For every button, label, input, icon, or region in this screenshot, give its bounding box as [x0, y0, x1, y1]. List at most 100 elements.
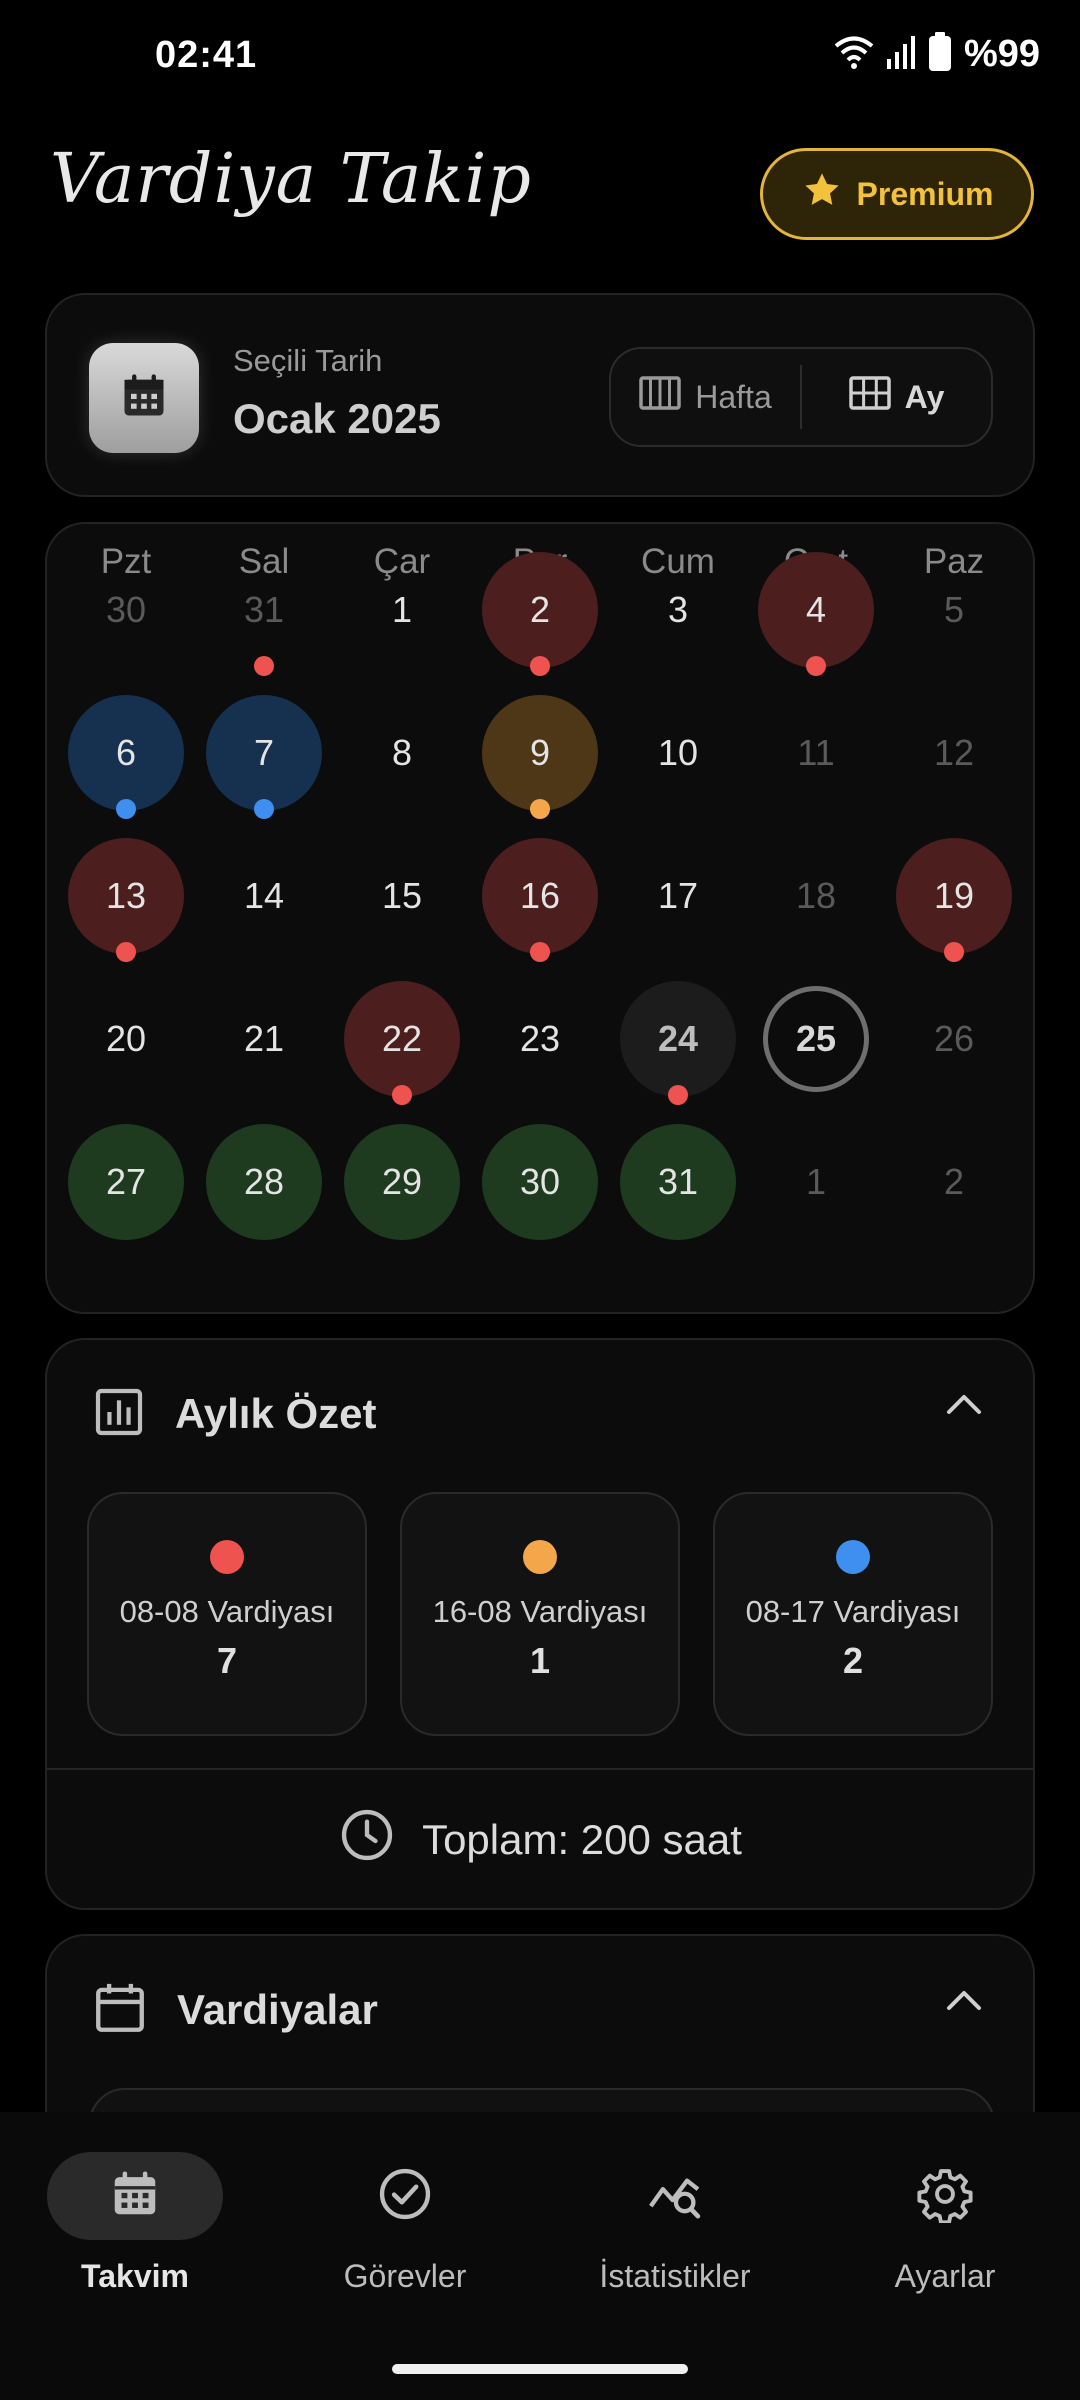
calendar-day[interactable]: 30 [68, 552, 184, 668]
calendar-day[interactable]: 16 [482, 838, 598, 954]
calendar-day[interactable]: 7 [206, 695, 322, 811]
calendar-day[interactable]: 13 [68, 838, 184, 954]
month-view-icon [848, 376, 891, 418]
calendar-day[interactable]: 28 [206, 1124, 322, 1240]
nav-ayarlar[interactable]: Ayarlar [810, 2152, 1080, 2295]
calendar-day[interactable]: 9 [482, 695, 598, 811]
calendar-day[interactable]: 25 [763, 986, 869, 1092]
monthly-summary-card: Aylık Özet 08-08 Vardiyası 7 16-08 Vardi… [45, 1338, 1035, 1910]
calendar-day[interactable]: 2 [482, 552, 598, 668]
calendar-day[interactable]: 22 [344, 981, 460, 1097]
nav-label: Ayarlar [894, 2258, 996, 2294]
home-indicator[interactable] [392, 2364, 688, 2374]
calendar-outline-icon [91, 1979, 149, 2042]
total-hours-text: Toplam: 200 saat [422, 1816, 742, 1863]
battery-icon [928, 31, 952, 77]
shifts-header[interactable]: Vardiyalar [91, 1980, 378, 2040]
clock-icon [338, 1806, 396, 1874]
shift-indicator-dot [530, 799, 550, 819]
bar-chart-icon [91, 1384, 147, 1445]
calendar-day[interactable]: 6 [68, 695, 184, 811]
status-time: 02:41 [155, 34, 258, 76]
week-view-icon [639, 376, 681, 418]
status-bar: 02:41 %99 [0, 0, 1080, 110]
calendar-day[interactable]: 26 [896, 981, 1012, 1097]
view-month-button[interactable]: Ay [802, 349, 991, 445]
view-month-label: Ay [904, 378, 945, 415]
chevron-up-icon[interactable] [945, 1988, 983, 2017]
calendar-day[interactable]: 5 [896, 552, 1012, 668]
status-icons: %99 [834, 31, 1040, 77]
shift-stat-count: 7 [216, 1640, 238, 1681]
calendar-day[interactable]: 1 [758, 1124, 874, 1240]
nav-istatistikler[interactable]: İstatistikler [540, 2152, 810, 2295]
nav-label: Takvim [81, 2258, 189, 2294]
app-title: Vardiya Takip [50, 140, 532, 219]
shift-stat-name: 08-08 Vardiyası [119, 1594, 335, 1629]
calendar-day[interactable]: 4 [758, 552, 874, 668]
battery-percent: %99 [963, 32, 1040, 75]
view-week-button[interactable]: Hafta [611, 349, 800, 445]
selected-date-value[interactable]: Ocak 2025 [233, 395, 441, 443]
calendar-day[interactable]: 15 [344, 838, 460, 954]
shift-stat-name: 16-08 Vardiyası [432, 1594, 648, 1629]
calendar-day[interactable]: 23 [482, 981, 598, 1097]
selected-date-label: Seçili Tarih [233, 343, 383, 378]
nav-pill [587, 2152, 763, 2240]
total-hours: Toplam: 200 saat [47, 1768, 1033, 1908]
calendar-day[interactable]: 8 [344, 695, 460, 811]
calendar-day[interactable]: 1 [344, 552, 460, 668]
nav-gorevler[interactable]: Görevler [270, 2152, 540, 2295]
shift-indicator-dot [392, 1085, 412, 1105]
calendar-day[interactable]: 12 [896, 695, 1012, 811]
shift-stat-card: 08-17 Vardiyası 2 [713, 1492, 993, 1736]
calendar-day[interactable]: 27 [68, 1124, 184, 1240]
view-week-label: Hafta [695, 378, 772, 415]
calendar-day[interactable]: 11 [758, 695, 874, 811]
calendar-day[interactable]: 31 [206, 552, 322, 668]
nav-takvim[interactable]: Takvim [0, 2152, 270, 2295]
shift-stat-name: 08-17 Vardiyası [745, 1594, 961, 1629]
shift-stat-count: 2 [842, 1640, 864, 1681]
shift-indicator-dot [944, 942, 964, 962]
calendar-day[interactable]: 3 [620, 552, 736, 668]
view-toggle: Hafta Ay [609, 347, 993, 447]
chevron-up-icon[interactable] [945, 1392, 983, 1421]
shift-indicator-dot [530, 656, 550, 676]
nav-pill [857, 2152, 1033, 2240]
date-selector-card: Seçili Tarih Ocak 2025 Hafta Ay [45, 293, 1035, 497]
calendar-day[interactable]: 10 [620, 695, 736, 811]
shift-indicator-dot [116, 942, 136, 962]
calendar-day[interactable]: 31 [620, 1124, 736, 1240]
calendar-day[interactable]: 29 [344, 1124, 460, 1240]
calendar-day[interactable]: 19 [896, 838, 1012, 954]
nav-label: İstatistikler [599, 2258, 751, 2294]
shift-indicator-dot [254, 799, 274, 819]
shift-indicator-dot [530, 942, 550, 962]
calendar-icon [108, 2167, 162, 2226]
shift-stat-count: 1 [529, 1640, 551, 1681]
gear-icon [916, 2165, 974, 2228]
calendar-day[interactable]: 24 [620, 981, 736, 1097]
premium-label: Premium [856, 175, 994, 212]
calendar-day[interactable]: 2 [896, 1124, 1012, 1240]
nav-pill [47, 2152, 223, 2240]
stats-search-icon [645, 2165, 705, 2228]
shift-indicator-dot [668, 1085, 688, 1105]
calendar-day[interactable]: 18 [758, 838, 874, 954]
shift-indicator-dot [806, 656, 826, 676]
calendar-day[interactable]: 14 [206, 838, 322, 954]
calendar-day[interactable]: 30 [482, 1124, 598, 1240]
calendar-day[interactable]: 21 [206, 981, 322, 1097]
shift-indicator-dot [116, 799, 136, 819]
monthly-summary-header[interactable]: Aylık Özet [91, 1384, 377, 1444]
nav-pill [317, 2152, 493, 2240]
shifts-card: Vardiyalar [45, 1934, 1035, 2134]
nav-label: Görevler [343, 2258, 467, 2294]
premium-button[interactable]: Premium [760, 148, 1034, 240]
calendar-day[interactable]: 17 [620, 838, 736, 954]
calendar-day[interactable]: 20 [68, 981, 184, 1097]
date-picker-button[interactable] [89, 343, 199, 453]
month-calendar: PztSalÇarPerCumCmtPaz3031123456789101112… [45, 522, 1035, 1314]
wifi-icon [834, 35, 874, 74]
